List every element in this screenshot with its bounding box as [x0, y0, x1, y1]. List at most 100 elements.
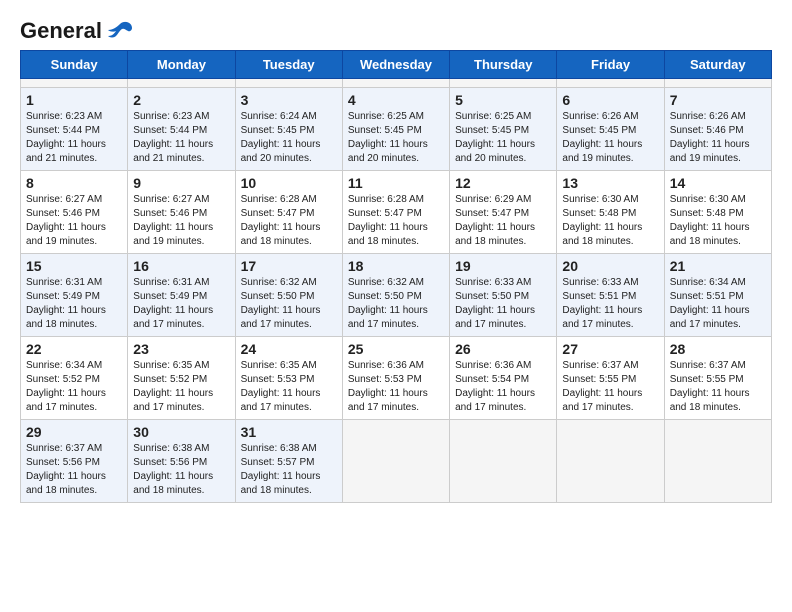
cell-details: Sunrise: 6:34 AM Sunset: 5:52 PM Dayligh…	[26, 359, 122, 415]
sunrise-text: Sunrise: 6:36 AM	[348, 359, 444, 373]
calendar-cell: 31 Sunrise: 6:38 AM Sunset: 5:57 PM Dayl…	[235, 420, 342, 503]
sunrise-text: Sunrise: 6:26 AM	[670, 110, 766, 124]
cell-details: Sunrise: 6:33 AM Sunset: 5:50 PM Dayligh…	[455, 276, 551, 332]
sunset-text: Sunset: 5:52 PM	[26, 373, 122, 387]
calendar-week-row: 22 Sunrise: 6:34 AM Sunset: 5:52 PM Dayl…	[21, 337, 772, 420]
day-number: 15	[26, 258, 122, 274]
sunset-text: Sunset: 5:49 PM	[133, 290, 229, 304]
calendar-cell: 1 Sunrise: 6:23 AM Sunset: 5:44 PM Dayli…	[21, 88, 128, 171]
calendar-cell: 16 Sunrise: 6:31 AM Sunset: 5:49 PM Dayl…	[128, 254, 235, 337]
day-number: 14	[670, 175, 766, 191]
cell-details: Sunrise: 6:36 AM Sunset: 5:53 PM Dayligh…	[348, 359, 444, 415]
daylight-text: Daylight: 11 hours and 17 minutes.	[562, 387, 658, 415]
sunset-text: Sunset: 5:46 PM	[670, 124, 766, 138]
sunset-text: Sunset: 5:53 PM	[348, 373, 444, 387]
cell-details: Sunrise: 6:32 AM Sunset: 5:50 PM Dayligh…	[241, 276, 337, 332]
cell-details: Sunrise: 6:27 AM Sunset: 5:46 PM Dayligh…	[133, 193, 229, 249]
day-number: 13	[562, 175, 658, 191]
sunset-text: Sunset: 5:45 PM	[348, 124, 444, 138]
sunset-text: Sunset: 5:44 PM	[133, 124, 229, 138]
sunset-text: Sunset: 5:56 PM	[133, 456, 229, 470]
calendar-cell: 13 Sunrise: 6:30 AM Sunset: 5:48 PM Dayl…	[557, 171, 664, 254]
daylight-text: Daylight: 11 hours and 19 minutes.	[26, 221, 122, 249]
cell-details: Sunrise: 6:29 AM Sunset: 5:47 PM Dayligh…	[455, 193, 551, 249]
calendar-cell	[557, 420, 664, 503]
logo-text: General	[20, 20, 102, 42]
sunrise-text: Sunrise: 6:33 AM	[562, 276, 658, 290]
cell-details: Sunrise: 6:38 AM Sunset: 5:56 PM Dayligh…	[133, 442, 229, 498]
calendar-cell	[557, 79, 664, 88]
sunrise-text: Sunrise: 6:23 AM	[133, 110, 229, 124]
sunrise-text: Sunrise: 6:26 AM	[562, 110, 658, 124]
calendar-cell	[450, 79, 557, 88]
weekday-header: Tuesday	[235, 51, 342, 79]
calendar-cell: 29 Sunrise: 6:37 AM Sunset: 5:56 PM Dayl…	[21, 420, 128, 503]
calendar-cell: 4 Sunrise: 6:25 AM Sunset: 5:45 PM Dayli…	[342, 88, 449, 171]
cell-details: Sunrise: 6:37 AM Sunset: 5:55 PM Dayligh…	[670, 359, 766, 415]
calendar-week-row: 1 Sunrise: 6:23 AM Sunset: 5:44 PM Dayli…	[21, 88, 772, 171]
day-number: 29	[26, 424, 122, 440]
calendar-cell: 22 Sunrise: 6:34 AM Sunset: 5:52 PM Dayl…	[21, 337, 128, 420]
daylight-text: Daylight: 11 hours and 18 minutes.	[455, 221, 551, 249]
weekday-header: Monday	[128, 51, 235, 79]
sunrise-text: Sunrise: 6:32 AM	[348, 276, 444, 290]
sunrise-text: Sunrise: 6:37 AM	[670, 359, 766, 373]
cell-details: Sunrise: 6:33 AM Sunset: 5:51 PM Dayligh…	[562, 276, 658, 332]
cell-details: Sunrise: 6:31 AM Sunset: 5:49 PM Dayligh…	[26, 276, 122, 332]
day-number: 7	[670, 92, 766, 108]
day-number: 16	[133, 258, 229, 274]
header: General	[20, 20, 772, 40]
daylight-text: Daylight: 11 hours and 20 minutes.	[348, 138, 444, 166]
cell-details: Sunrise: 6:23 AM Sunset: 5:44 PM Dayligh…	[26, 110, 122, 166]
sunrise-text: Sunrise: 6:36 AM	[455, 359, 551, 373]
cell-details: Sunrise: 6:31 AM Sunset: 5:49 PM Dayligh…	[133, 276, 229, 332]
day-number: 4	[348, 92, 444, 108]
sunrise-text: Sunrise: 6:27 AM	[133, 193, 229, 207]
calendar-cell: 14 Sunrise: 6:30 AM Sunset: 5:48 PM Dayl…	[664, 171, 771, 254]
calendar-cell: 23 Sunrise: 6:35 AM Sunset: 5:52 PM Dayl…	[128, 337, 235, 420]
daylight-text: Daylight: 11 hours and 17 minutes.	[133, 387, 229, 415]
calendar-cell: 17 Sunrise: 6:32 AM Sunset: 5:50 PM Dayl…	[235, 254, 342, 337]
sunset-text: Sunset: 5:45 PM	[455, 124, 551, 138]
sunrise-text: Sunrise: 6:37 AM	[562, 359, 658, 373]
sunset-text: Sunset: 5:49 PM	[26, 290, 122, 304]
calendar-cell	[450, 420, 557, 503]
cell-details: Sunrise: 6:35 AM Sunset: 5:52 PM Dayligh…	[133, 359, 229, 415]
sunrise-text: Sunrise: 6:38 AM	[241, 442, 337, 456]
sunset-text: Sunset: 5:46 PM	[133, 207, 229, 221]
day-number: 26	[455, 341, 551, 357]
sunset-text: Sunset: 5:51 PM	[670, 290, 766, 304]
sunrise-text: Sunrise: 6:25 AM	[455, 110, 551, 124]
calendar-cell	[664, 420, 771, 503]
cell-details: Sunrise: 6:35 AM Sunset: 5:53 PM Dayligh…	[241, 359, 337, 415]
sunrise-text: Sunrise: 6:38 AM	[133, 442, 229, 456]
header-row: SundayMondayTuesdayWednesdayThursdayFrid…	[21, 51, 772, 79]
calendar-cell	[342, 420, 449, 503]
daylight-text: Daylight: 11 hours and 20 minutes.	[455, 138, 551, 166]
sunset-text: Sunset: 5:44 PM	[26, 124, 122, 138]
calendar-cell: 7 Sunrise: 6:26 AM Sunset: 5:46 PM Dayli…	[664, 88, 771, 171]
sunrise-text: Sunrise: 6:28 AM	[348, 193, 444, 207]
calendar-cell: 3 Sunrise: 6:24 AM Sunset: 5:45 PM Dayli…	[235, 88, 342, 171]
sunrise-text: Sunrise: 6:29 AM	[455, 193, 551, 207]
daylight-text: Daylight: 11 hours and 18 minutes.	[26, 470, 122, 498]
sunrise-text: Sunrise: 6:24 AM	[241, 110, 337, 124]
calendar-cell: 20 Sunrise: 6:33 AM Sunset: 5:51 PM Dayl…	[557, 254, 664, 337]
sunset-text: Sunset: 5:53 PM	[241, 373, 337, 387]
daylight-text: Daylight: 11 hours and 18 minutes.	[241, 221, 337, 249]
daylight-text: Daylight: 11 hours and 18 minutes.	[670, 387, 766, 415]
calendar-cell	[235, 79, 342, 88]
calendar-cell: 30 Sunrise: 6:38 AM Sunset: 5:56 PM Dayl…	[128, 420, 235, 503]
cell-details: Sunrise: 6:24 AM Sunset: 5:45 PM Dayligh…	[241, 110, 337, 166]
daylight-text: Daylight: 11 hours and 17 minutes.	[26, 387, 122, 415]
cell-details: Sunrise: 6:25 AM Sunset: 5:45 PM Dayligh…	[455, 110, 551, 166]
cell-details: Sunrise: 6:30 AM Sunset: 5:48 PM Dayligh…	[562, 193, 658, 249]
cell-details: Sunrise: 6:27 AM Sunset: 5:46 PM Dayligh…	[26, 193, 122, 249]
daylight-text: Daylight: 11 hours and 18 minutes.	[348, 221, 444, 249]
daylight-text: Daylight: 11 hours and 19 minutes.	[133, 221, 229, 249]
day-number: 5	[455, 92, 551, 108]
sunrise-text: Sunrise: 6:28 AM	[241, 193, 337, 207]
daylight-text: Daylight: 11 hours and 17 minutes.	[348, 304, 444, 332]
weekday-header: Wednesday	[342, 51, 449, 79]
daylight-text: Daylight: 11 hours and 19 minutes.	[562, 138, 658, 166]
